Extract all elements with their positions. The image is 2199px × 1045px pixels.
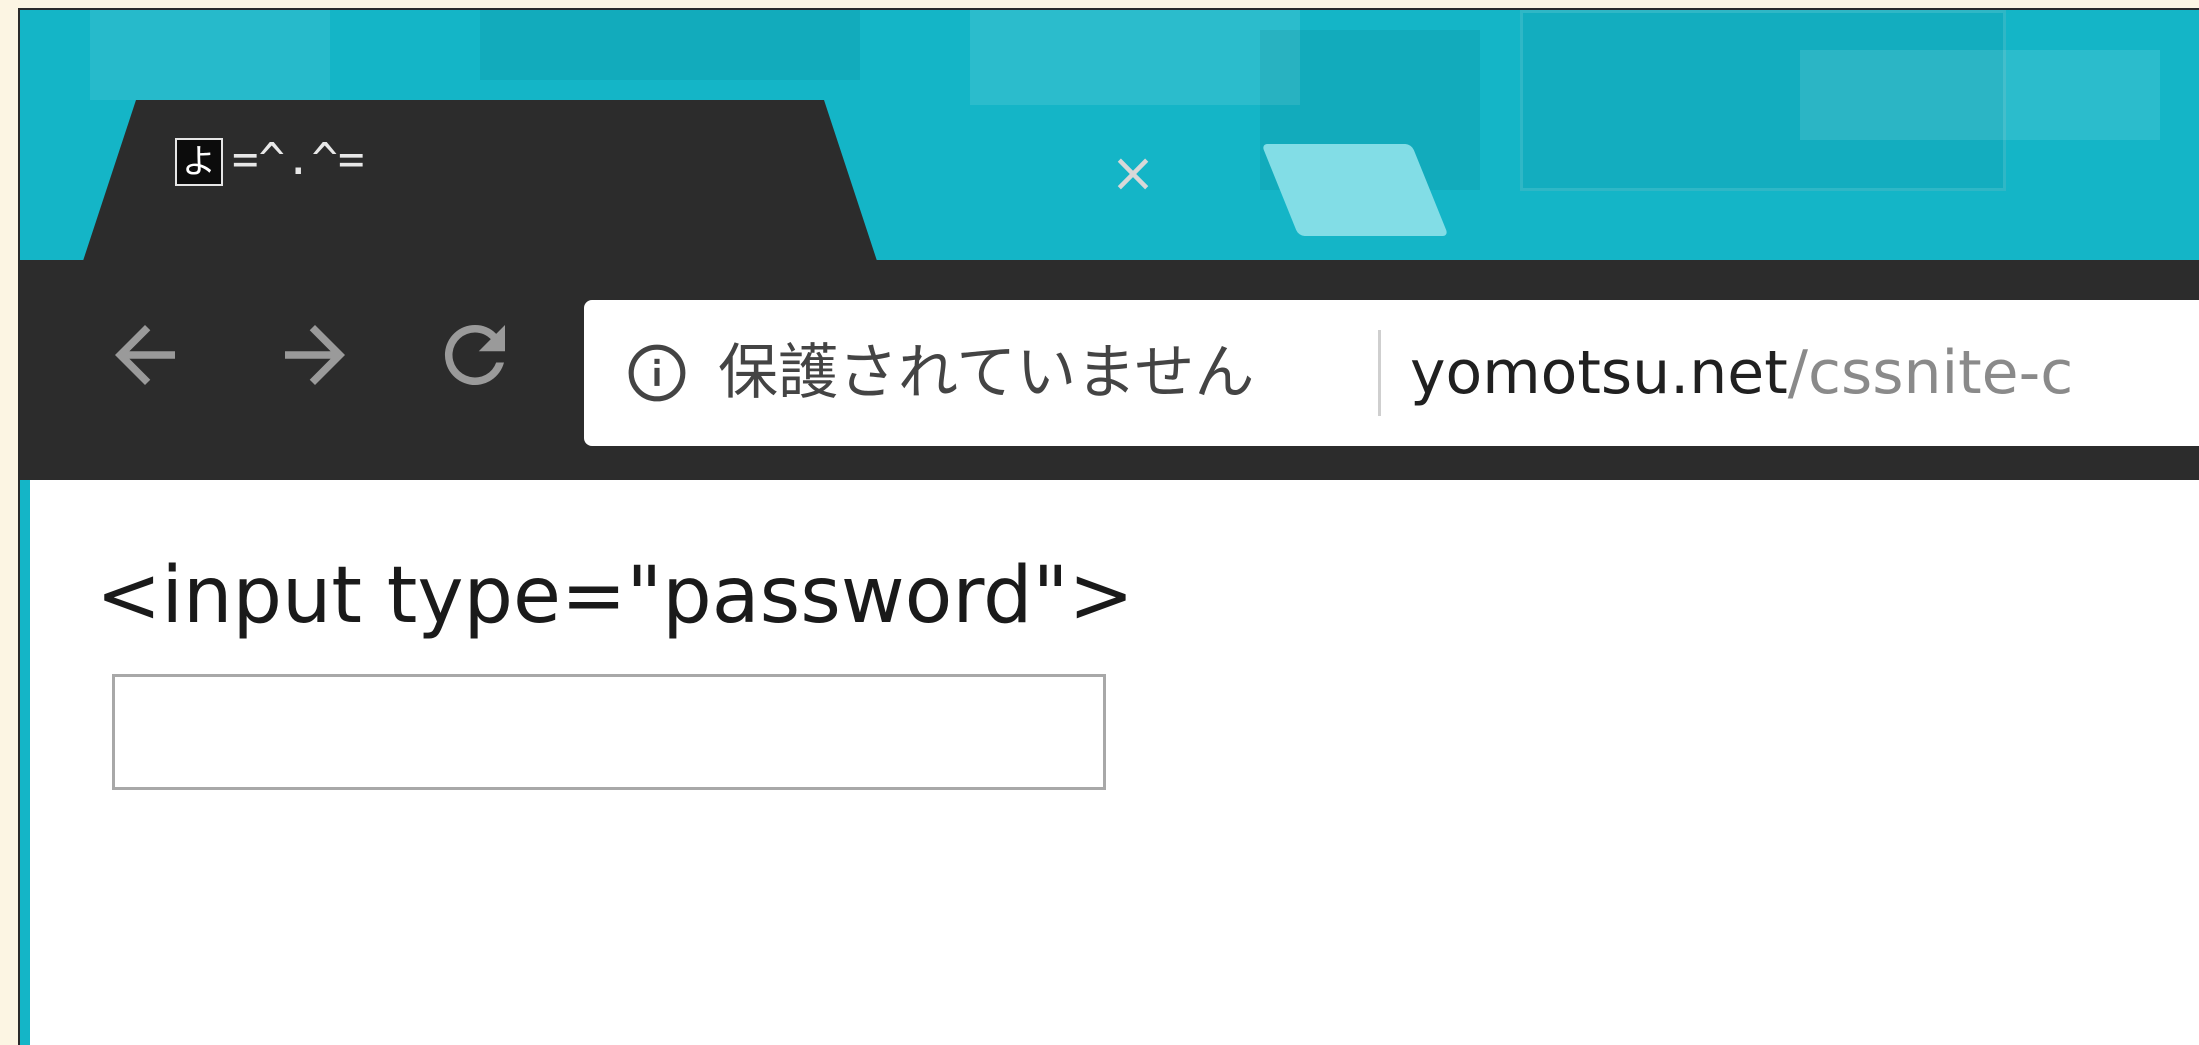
password-input[interactable] xyxy=(112,674,1106,790)
reload-icon xyxy=(444,324,505,385)
tab-favicon-icon: よ xyxy=(175,138,223,186)
theme-decoration xyxy=(1800,50,2160,140)
theme-decoration xyxy=(480,10,860,80)
back-button[interactable] xyxy=(100,310,190,400)
forward-button[interactable] xyxy=(270,310,360,400)
omnibox-divider xyxy=(1378,330,1381,416)
url-path: /cssnite-c xyxy=(1787,338,2074,408)
theme-decoration xyxy=(90,10,330,100)
code-label: <input type="password"> xyxy=(96,551,1134,641)
info-icon[interactable] xyxy=(626,342,688,404)
url-host: yomotsu.net xyxy=(1410,338,1788,408)
security-status-label[interactable]: 保護されていません xyxy=(718,330,1254,416)
reload-button[interactable] xyxy=(430,310,520,400)
tab-title: =^.^= xyxy=(232,134,365,185)
browser-window: よ =^.^= × 保護されていません yomotsu.net/cssnite-… xyxy=(18,8,2199,1045)
arrow-right-icon xyxy=(285,325,345,385)
theme-decoration xyxy=(970,10,1300,105)
arrow-left-icon xyxy=(115,325,175,385)
url-text[interactable]: yomotsu.net/cssnite-c xyxy=(1410,330,2073,416)
address-bar[interactable]: 保護されていません yomotsu.net/cssnite-c xyxy=(584,300,2199,446)
window-edge xyxy=(20,480,30,1045)
tab-close-icon[interactable]: × xyxy=(1108,146,1158,200)
